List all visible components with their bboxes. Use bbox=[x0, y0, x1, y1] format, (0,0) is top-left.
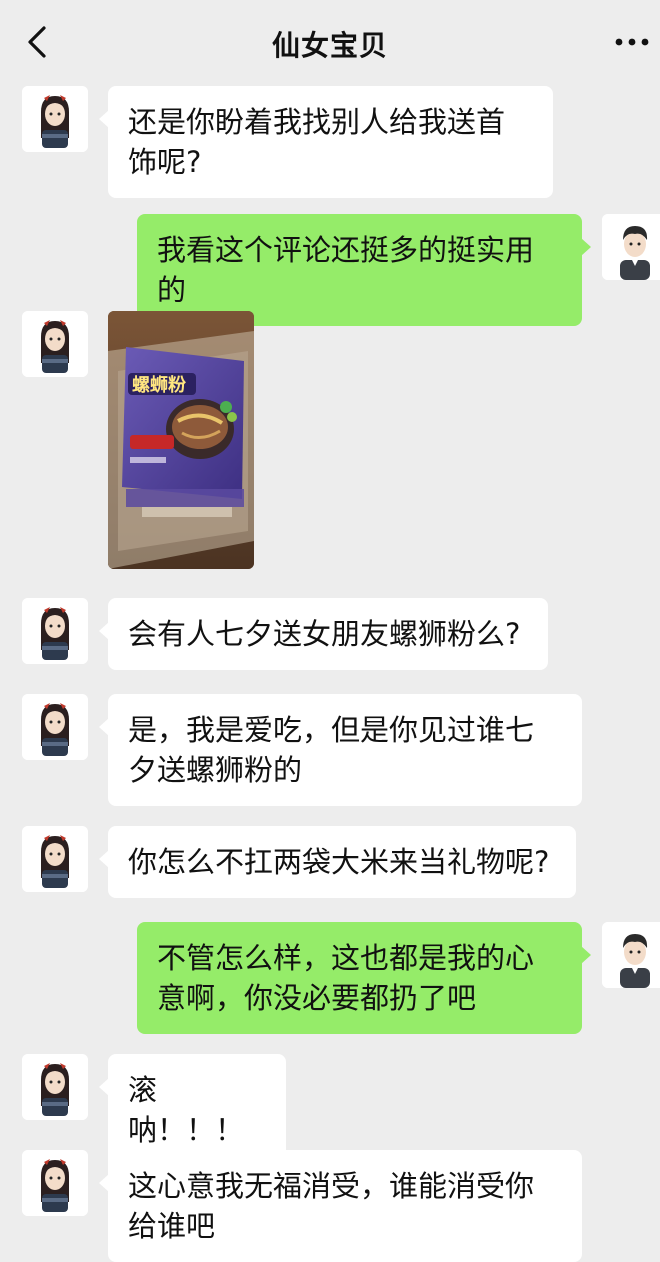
message-bubble[interactable]: 这心意我无福消受，谁能消受你给谁吧 bbox=[99, 1150, 582, 1262]
message-text: 不管怎么样，这也都是我的心意啊，你没必要都扔了吧 bbox=[157, 941, 535, 1015]
boy-avatar-icon bbox=[602, 214, 660, 280]
contact-avatar[interactable] bbox=[22, 86, 88, 152]
more-button[interactable] bbox=[612, 30, 652, 54]
image-message[interactable]: 螺蛳粉 bbox=[108, 311, 254, 569]
girl-avatar-icon bbox=[22, 86, 88, 152]
noodle-package-photo: 螺蛳粉 bbox=[108, 311, 254, 569]
message-text: 还是你盼着我找别人给我送首饰呢? bbox=[128, 105, 506, 179]
girl-avatar-icon bbox=[22, 826, 88, 892]
contact-avatar[interactable] bbox=[22, 1054, 88, 1120]
contact-avatar[interactable] bbox=[22, 598, 88, 664]
chat-header: 仙女宝贝 bbox=[0, 0, 660, 86]
message-text: 你怎么不扛两袋大米来当礼物呢? bbox=[128, 845, 550, 879]
contact-avatar[interactable] bbox=[22, 311, 88, 377]
contact-avatar[interactable] bbox=[22, 694, 88, 760]
message-bubble[interactable]: 我看这个评论还挺多的挺实用的 bbox=[137, 214, 591, 326]
message-text: 会有人七夕送女朋友螺狮粉么? bbox=[128, 617, 521, 651]
chat-title: 仙女宝贝 bbox=[271, 29, 388, 62]
girl-avatar-icon bbox=[22, 1150, 88, 1216]
own-avatar[interactable] bbox=[602, 922, 660, 988]
message-text: 滚呐！！！ bbox=[128, 1073, 245, 1147]
message-bubble[interactable]: 是，我是爱吃，但是你见过谁七夕送螺狮粉的 bbox=[99, 694, 582, 806]
message-text: 我看这个评论还挺多的挺实用的 bbox=[157, 233, 535, 307]
contact-avatar[interactable] bbox=[22, 1150, 88, 1216]
message-bubble[interactable]: 会有人七夕送女朋友螺狮粉么? bbox=[99, 598, 548, 670]
svg-text:螺蛳粉: 螺蛳粉 bbox=[132, 374, 186, 396]
message-bubble[interactable]: 你怎么不扛两袋大米来当礼物呢? bbox=[99, 826, 576, 898]
girl-avatar-icon bbox=[22, 694, 88, 760]
girl-avatar-icon bbox=[22, 311, 88, 377]
message-bubble[interactable]: 不管怎么样，这也都是我的心意啊，你没必要都扔了吧 bbox=[137, 922, 591, 1034]
message-text: 这心意我无福消受，谁能消受你给谁吧 bbox=[128, 1169, 535, 1243]
girl-avatar-icon bbox=[22, 1054, 88, 1120]
boy-avatar-icon bbox=[602, 922, 660, 988]
more-dots-icon bbox=[615, 38, 649, 46]
girl-avatar-icon bbox=[22, 598, 88, 664]
message-text: 是，我是爱吃，但是你见过谁七夕送螺狮粉的 bbox=[128, 713, 535, 787]
own-avatar[interactable] bbox=[602, 214, 660, 280]
contact-avatar[interactable] bbox=[22, 826, 88, 892]
message-bubble[interactable]: 还是你盼着我找别人给我送首饰呢? bbox=[99, 86, 553, 198]
